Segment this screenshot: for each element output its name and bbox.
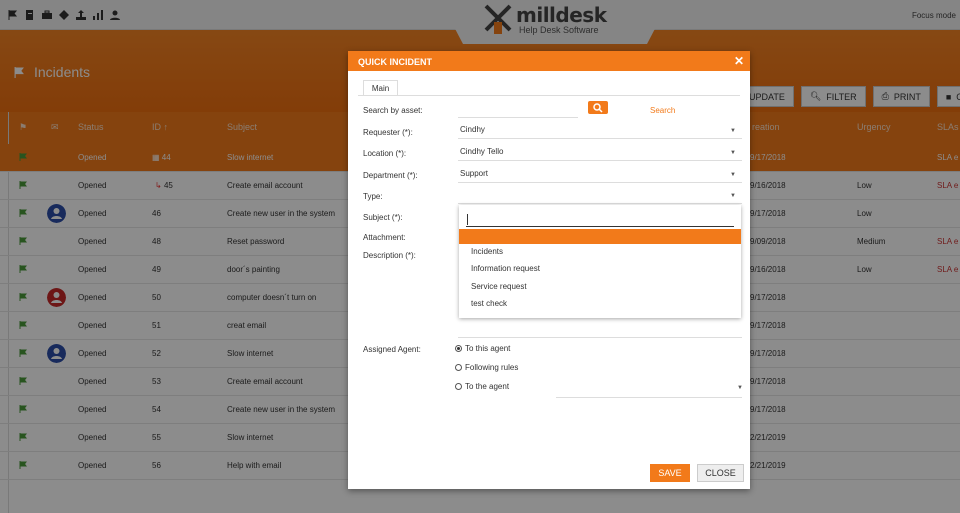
radio-label: To this agent <box>465 344 511 353</box>
radio-checked-icon <box>455 345 462 352</box>
dialog-title: QUICK INCIDENT <box>358 57 432 67</box>
close-icon[interactable]: ✕ <box>734 54 744 68</box>
department-underline <box>458 182 742 183</box>
chevron-down-icon[interactable]: ▼ <box>730 128 736 134</box>
radio-label: To the agent <box>465 382 510 391</box>
chevron-down-icon[interactable]: ▼ <box>730 150 736 156</box>
type-label: Type: <box>363 192 383 201</box>
search-by-asset-input[interactable] <box>458 117 578 118</box>
chevron-down-icon[interactable]: ▼ <box>737 385 743 391</box>
type-dropdown-list: Incidents Information request Service re… <box>459 205 741 318</box>
description-label: Description (*): <box>363 251 416 260</box>
location-select[interactable]: Cindhy Tello <box>460 147 503 156</box>
radio-to-the-agent[interactable]: To the agent <box>455 382 509 391</box>
tab-main[interactable]: Main <box>363 80 398 95</box>
department-label: Department (*): <box>363 171 418 180</box>
type-option[interactable]: Incidents <box>471 247 503 256</box>
type-option[interactable]: Information request <box>471 264 540 273</box>
location-underline <box>458 160 742 161</box>
type-select[interactable] <box>458 203 742 204</box>
search-asset-button[interactable] <box>588 101 608 114</box>
requester-label: Requester (*): <box>363 128 413 137</box>
radio-unchecked-icon <box>455 383 462 390</box>
requester-underline <box>458 138 742 139</box>
text-cursor <box>467 214 468 225</box>
description-underline <box>458 337 742 338</box>
assigned-agent-label: Assigned Agent: <box>363 345 421 354</box>
radio-following-rules[interactable]: Following rules <box>455 363 518 372</box>
chevron-down-icon[interactable]: ▼ <box>730 193 736 199</box>
subject-label: Subject (*): <box>363 213 403 222</box>
requester-select[interactable]: Cindhy <box>460 125 485 134</box>
save-button[interactable]: SAVE <box>650 464 690 482</box>
chevron-down-icon[interactable]: ▼ <box>730 172 736 178</box>
search-link[interactable]: Search <box>650 106 675 115</box>
agent-select[interactable] <box>556 397 742 398</box>
attachment-label: Attachment: <box>363 233 406 242</box>
radio-to-this-agent[interactable]: To this agent <box>455 344 510 353</box>
quick-incident-dialog: QUICK INCIDENT ✕ Main Search by asset: S… <box>348 51 750 489</box>
dialog-header: QUICK INCIDENT ✕ <box>348 51 750 71</box>
search-icon <box>593 103 603 113</box>
type-option-empty[interactable] <box>459 229 741 244</box>
radio-label: Following rules <box>465 363 519 372</box>
search-by-asset-label: Search by asset: <box>363 106 423 115</box>
type-option[interactable]: test check <box>471 299 507 308</box>
tab-divider <box>358 95 740 96</box>
department-select[interactable]: Support <box>460 169 488 178</box>
type-dropdown-search-input[interactable] <box>466 213 734 227</box>
type-option[interactable]: Service request <box>471 282 527 291</box>
close-button[interactable]: CLOSE <box>697 464 744 482</box>
radio-unchecked-icon <box>455 364 462 371</box>
location-label: Location (*): <box>363 149 407 158</box>
